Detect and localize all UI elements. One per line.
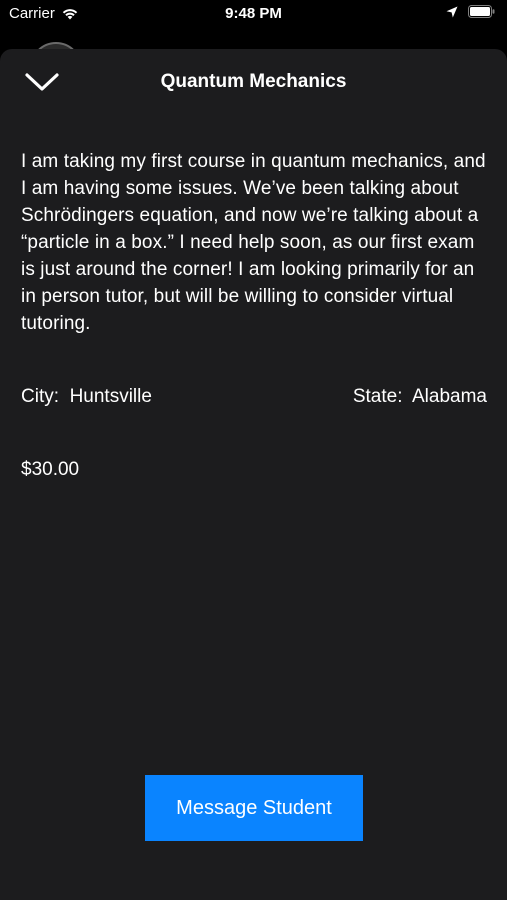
message-student-button[interactable]: Message Student	[145, 775, 363, 841]
status-indicators	[446, 5, 495, 22]
city-value: Huntsville	[69, 386, 152, 407]
request-description: I am taking my first course in quantum m…	[21, 151, 486, 334]
state-value: Alabama	[412, 386, 487, 407]
price-value: $30.00	[21, 459, 80, 480]
detail-sheet: Quantum Mechanics I am taking my first c…	[0, 49, 507, 900]
status-bar: Carrier 9:48 PM	[0, 0, 507, 28]
status-time: 9:48 PM	[225, 5, 282, 22]
state-field: State: Alabama	[353, 386, 487, 408]
city-field: City: Huntsville	[21, 386, 152, 408]
city-label: City:	[21, 386, 59, 407]
location-arrow-icon	[446, 5, 458, 22]
state-label: State:	[352, 386, 403, 407]
battery-icon	[468, 5, 495, 22]
page-title: Quantum Mechanics	[160, 71, 347, 92]
location-row: City: Huntsville State: Alabama	[21, 386, 487, 408]
